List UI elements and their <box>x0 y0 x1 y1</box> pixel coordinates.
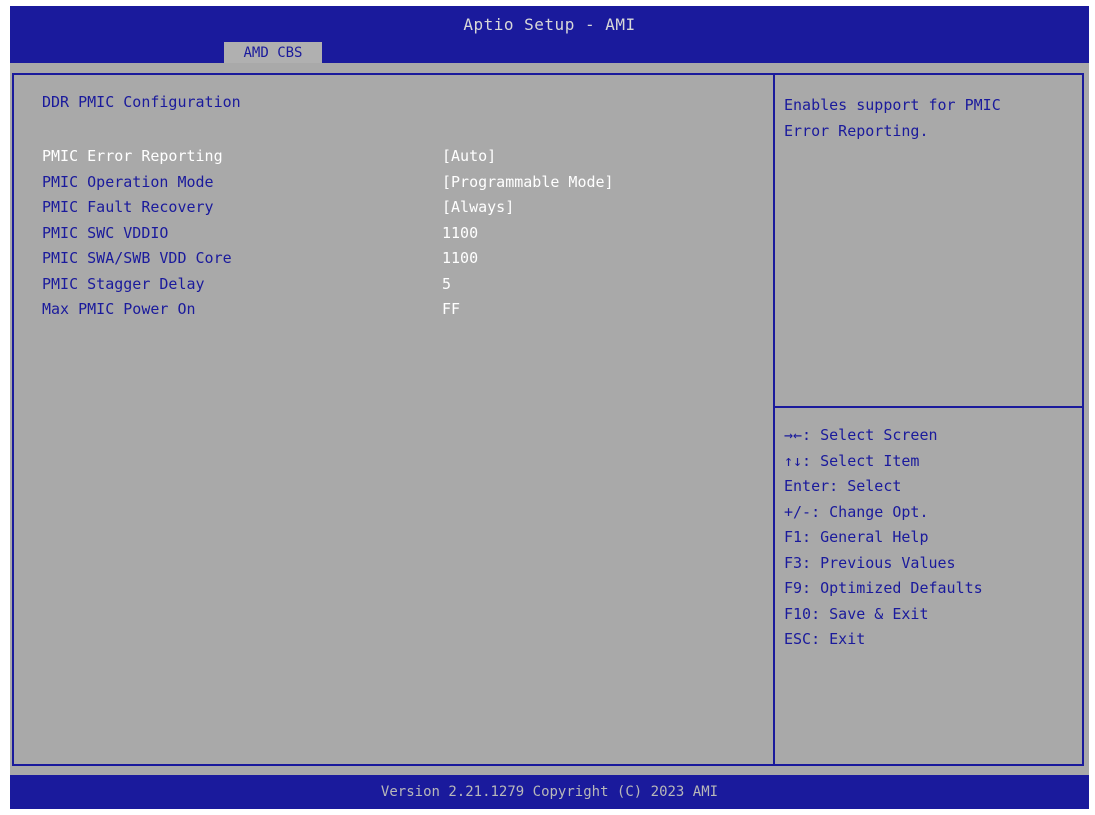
key-esc-exit: ESC: Exit <box>784 630 866 648</box>
title-bar: Aptio Setup - AMI AMD CBS <box>10 6 1089 65</box>
help-line: Error Reporting. <box>784 122 929 140</box>
setting-pmic-swc-vddio[interactable]: PMIC SWC VDDIO 1100 <box>42 221 762 247</box>
tab-amd-cbs[interactable]: AMD CBS <box>224 42 322 65</box>
content-frame: DDR PMIC Configuration PMIC Error Report… <box>12 73 1084 766</box>
setting-pmic-swa-swb-vdd-core[interactable]: PMIC SWA/SWB VDD Core 1100 <box>42 246 762 272</box>
key-previous-values: F3: Previous Values <box>784 553 956 572</box>
setting-value[interactable]: 1100 <box>442 221 478 247</box>
setting-label: PMIC Error Reporting <box>42 147 223 165</box>
setting-label: Max PMIC Power On <box>42 300 196 318</box>
setting-value[interactable]: 5 <box>442 272 451 298</box>
settings-list: PMIC Error Reporting [Auto] PMIC Operati… <box>42 144 762 323</box>
app-title: Aptio Setup - AMI <box>463 15 636 34</box>
setting-label: PMIC Operation Mode <box>42 172 214 191</box>
setting-pmic-error-reporting[interactable]: PMIC Error Reporting [Auto] <box>42 144 762 170</box>
setting-pmic-operation-mode[interactable]: PMIC Operation Mode [Programmable Mode] <box>42 170 762 196</box>
setting-value[interactable]: [Auto] <box>442 144 496 170</box>
setting-pmic-stagger-delay[interactable]: PMIC Stagger Delay 5 <box>42 272 762 298</box>
key-optimized-defaults: F9: Optimized Defaults <box>784 579 983 597</box>
horizontal-divider <box>775 406 1082 408</box>
key-legend: →←: Select Screen ↑↓: Select Item Enter:… <box>784 423 1074 653</box>
key-change-opt: +/-: Change Opt. <box>784 502 929 521</box>
key-save-exit: F10: Save & Exit <box>784 604 929 623</box>
setting-value[interactable]: [Programmable Mode] <box>442 170 614 196</box>
footer-bar: Version 2.21.1279 Copyright (C) 2023 AMI <box>10 775 1089 809</box>
setting-value[interactable]: FF <box>442 297 460 323</box>
vertical-divider <box>773 75 775 764</box>
setting-label: PMIC Stagger Delay <box>42 274 205 293</box>
page-title: DDR PMIC Configuration <box>42 93 241 111</box>
setting-value[interactable]: 1100 <box>442 246 478 272</box>
setting-label: PMIC SWA/SWB VDD Core <box>42 249 232 267</box>
key-select-item: ↑↓: Select Item <box>784 451 920 470</box>
setting-value[interactable]: [Always] <box>442 195 514 221</box>
setting-max-pmic-power-on[interactable]: Max PMIC Power On FF <box>42 297 762 323</box>
help-line: Enables support for PMIC <box>784 96 1001 114</box>
key-enter-select: Enter: Select <box>784 477 902 495</box>
version-text: Version 2.21.1279 Copyright (C) 2023 AMI <box>380 784 719 800</box>
setting-label: PMIC Fault Recovery <box>42 198 214 216</box>
help-description: Enables support for PMIC Error Reporting… <box>784 92 1074 144</box>
main-panel: DDR PMIC Configuration PMIC Error Report… <box>10 63 1089 775</box>
key-general-help: F1: General Help <box>784 528 929 546</box>
setting-pmic-fault-recovery[interactable]: PMIC Fault Recovery [Always] <box>42 195 762 221</box>
setting-label: PMIC SWC VDDIO <box>42 223 169 242</box>
key-select-screen: →←: Select Screen <box>784 426 938 444</box>
